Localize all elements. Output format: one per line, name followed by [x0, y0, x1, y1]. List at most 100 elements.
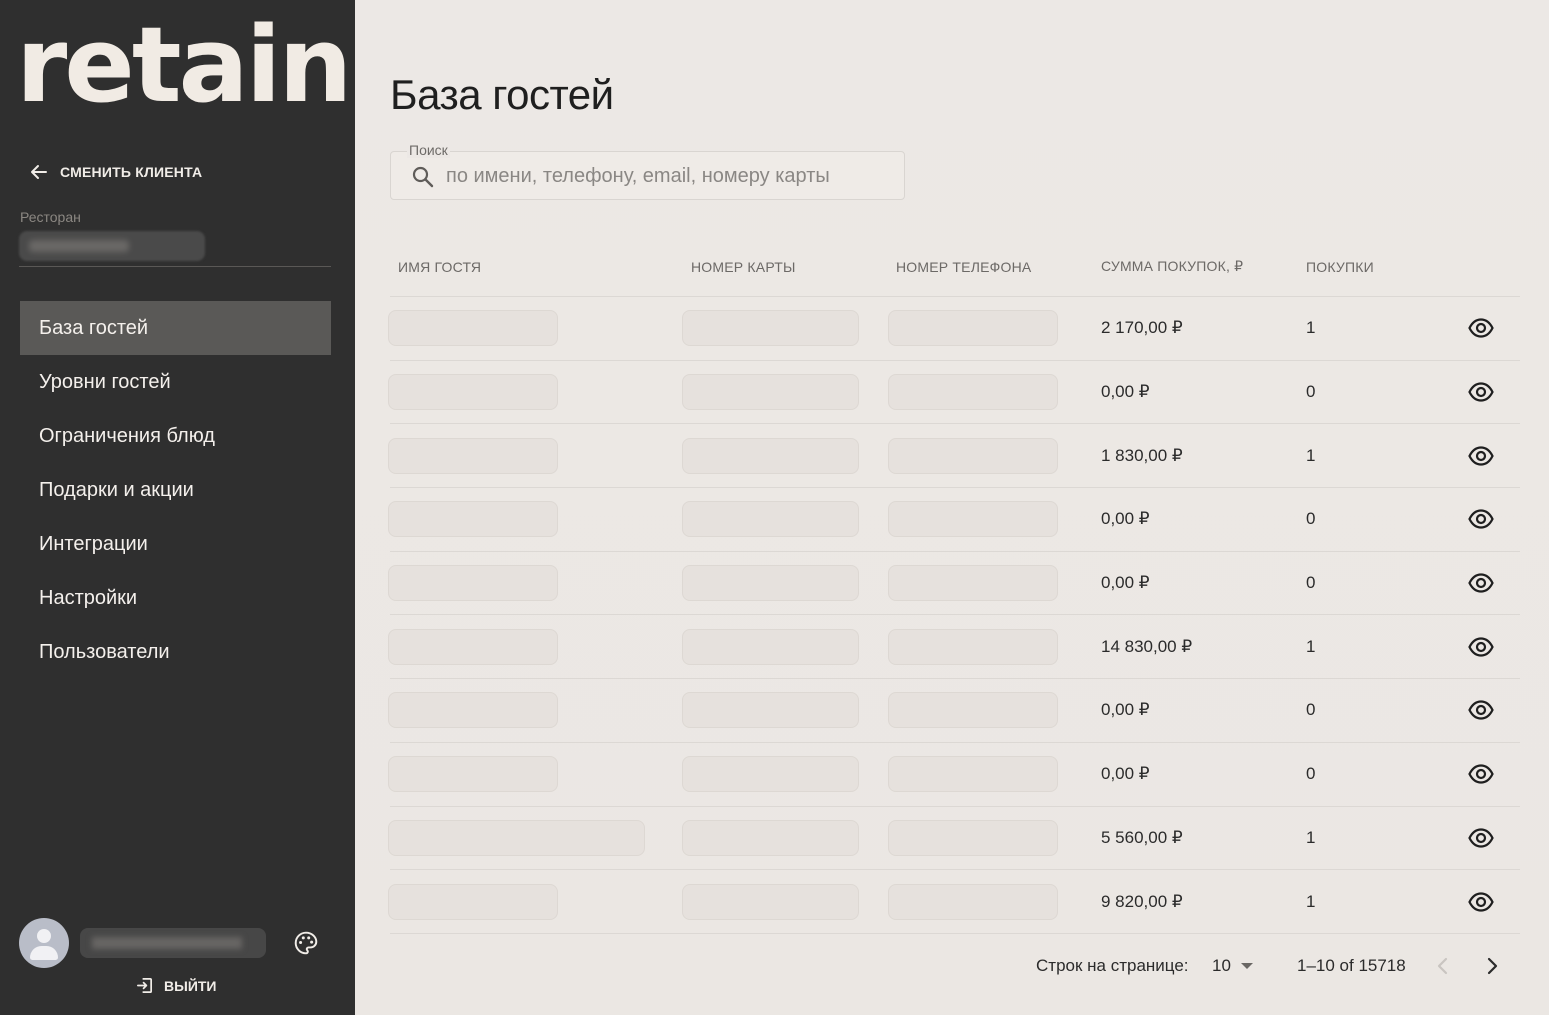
phone-number-redacted: [888, 565, 1058, 602]
search-field[interactable]: [390, 151, 905, 200]
table-row[interactable]: 0,00 ₽ 0: [388, 679, 1520, 743]
phone-number: [899, 514, 1057, 526]
card-number: [693, 451, 858, 463]
table-row[interactable]: 14 830,00 ₽ 1: [388, 615, 1520, 680]
card-number: [693, 769, 858, 781]
purchase-sum: 0,00 ₽: [1101, 382, 1150, 402]
purchase-sum: 0,00 ₽: [1101, 700, 1150, 720]
card-number: [693, 514, 858, 526]
guest-name: [399, 514, 557, 526]
palette-icon[interactable]: [293, 930, 319, 956]
guest-name-redacted[interactable]: [388, 756, 558, 793]
switch-client-button[interactable]: СМЕНИТЬ КЛИЕНТА: [30, 164, 202, 180]
phone-number: [899, 705, 1057, 717]
guest-name-redacted[interactable]: [388, 501, 558, 538]
card-number-redacted: [682, 565, 859, 602]
card-number-redacted: [682, 310, 859, 347]
phone-number-redacted: [888, 692, 1058, 729]
chevron-right-icon[interactable]: [1482, 955, 1502, 977]
table-row[interactable]: 1 830,00 ₽ 1: [388, 424, 1520, 489]
eye-icon[interactable]: [1468, 382, 1494, 402]
table-row[interactable]: 0,00 ₽ 0: [388, 743, 1520, 807]
guest-name-redacted[interactable]: [388, 565, 558, 602]
purchase-sum: 2 170,00 ₽: [1101, 318, 1183, 338]
phone-number: [899, 769, 1057, 781]
phone-number-redacted: [888, 310, 1058, 347]
sidebar-item-users[interactable]: Пользователи: [20, 625, 331, 679]
restaurant-value: [29, 240, 129, 252]
chevron-left-icon[interactable]: [1433, 955, 1453, 977]
column-header-phone[interactable]: НОМЕР ТЕЛЕФОНА: [896, 259, 1031, 275]
search-input[interactable]: [446, 163, 886, 189]
table-row[interactable]: 0,00 ₽ 0: [388, 488, 1520, 552]
phone-number-redacted: [888, 628, 1058, 665]
sidebar-item-guest-base[interactable]: База гостей: [20, 301, 331, 355]
card-number: [693, 897, 858, 909]
purchase-sum: 0,00 ₽: [1101, 764, 1150, 784]
guest-name-redacted[interactable]: [388, 310, 558, 347]
eye-icon[interactable]: [1468, 573, 1494, 593]
guest-name-redacted[interactable]: [388, 628, 558, 665]
pagination-range: 1–10 of 15718: [1297, 956, 1406, 975]
eye-icon[interactable]: [1468, 509, 1494, 530]
restaurant-select[interactable]: [19, 231, 205, 261]
card-number: [693, 387, 858, 399]
column-header-name[interactable]: ИМЯ ГОСТЯ: [398, 259, 481, 275]
search-icon: [412, 166, 434, 188]
guest-name-redacted[interactable]: [388, 374, 558, 411]
eye-icon[interactable]: [1468, 637, 1494, 657]
rows-per-page-label: Строк на странице:: [1036, 956, 1189, 975]
table-row[interactable]: 0,00 ₽ 0: [388, 361, 1520, 425]
phone-number: [899, 833, 1057, 845]
purchase-count: 0: [1306, 700, 1316, 720]
user-name: [80, 928, 266, 958]
rows-per-page-value: 10: [1212, 956, 1231, 975]
phone-number-redacted: [888, 819, 1058, 856]
phone-number-redacted: [888, 374, 1058, 411]
eye-icon[interactable]: [1468, 891, 1494, 912]
column-header-purchases[interactable]: ПОКУПКИ: [1306, 259, 1374, 275]
switch-client-label: СМЕНИТЬ КЛИЕНТА: [60, 164, 203, 180]
sidebar: retain СМЕНИТЬ КЛИЕНТА Ресторан База гос…: [0, 0, 355, 1015]
card-number: [693, 578, 858, 590]
card-number: [693, 642, 858, 654]
rows-per-page-select[interactable]: 10: [1212, 956, 1253, 976]
guest-name: [399, 578, 557, 590]
sidebar-item-integrations[interactable]: Интеграции: [20, 517, 331, 571]
card-number-redacted: [682, 437, 859, 474]
guest-name-redacted[interactable]: [388, 692, 558, 729]
sidebar-item-settings[interactable]: Настройки: [20, 571, 331, 625]
card-number-redacted: [682, 501, 859, 538]
purchase-count: 1: [1306, 445, 1316, 465]
table-row[interactable]: 0,00 ₽ 0: [388, 552, 1520, 616]
avatar-icon[interactable]: [19, 918, 69, 968]
eye-icon[interactable]: [1468, 700, 1494, 721]
purchase-count: 1: [1306, 827, 1316, 847]
purchase-count: 0: [1306, 382, 1316, 402]
sidebar-divider: [19, 266, 331, 267]
logout-button[interactable]: ВЫЙТИ: [135, 976, 217, 995]
guest-name: [399, 451, 557, 463]
table-row[interactable]: 5 560,00 ₽ 1: [388, 807, 1520, 871]
logout-icon: [136, 977, 153, 994]
card-number: [693, 705, 858, 717]
eye-icon[interactable]: [1468, 318, 1494, 338]
eye-icon[interactable]: [1468, 446, 1494, 466]
table-header: ИМЯ ГОСТЯ НОМЕР КАРТЫ НОМЕР ТЕЛЕФОНА СУМ…: [390, 237, 1520, 297]
purchase-count: 0: [1306, 764, 1316, 784]
guest-name-redacted[interactable]: [388, 437, 558, 474]
phone-number: [899, 451, 1057, 463]
card-number-redacted: [682, 628, 859, 665]
eye-icon[interactable]: [1468, 828, 1494, 848]
table-row[interactable]: 9 820,00 ₽ 1: [388, 870, 1520, 934]
sidebar-item-guest-levels[interactable]: Уровни гостей: [20, 355, 331, 409]
sidebar-item-dish-restrictions[interactable]: Ограничения блюд: [20, 409, 331, 463]
guest-name-redacted[interactable]: [388, 819, 645, 856]
column-header-sum[interactable]: СУММА ПОКУПОК, ₽: [1101, 258, 1243, 275]
eye-icon[interactable]: [1468, 764, 1494, 784]
table-row[interactable]: 2 170,00 ₽ 1: [388, 297, 1520, 361]
phone-number-redacted: [888, 883, 1058, 920]
guest-name-redacted[interactable]: [388, 883, 558, 920]
column-header-card[interactable]: НОМЕР КАРТЫ: [691, 259, 796, 275]
sidebar-item-gifts-promos[interactable]: Подарки и акции: [20, 463, 331, 517]
